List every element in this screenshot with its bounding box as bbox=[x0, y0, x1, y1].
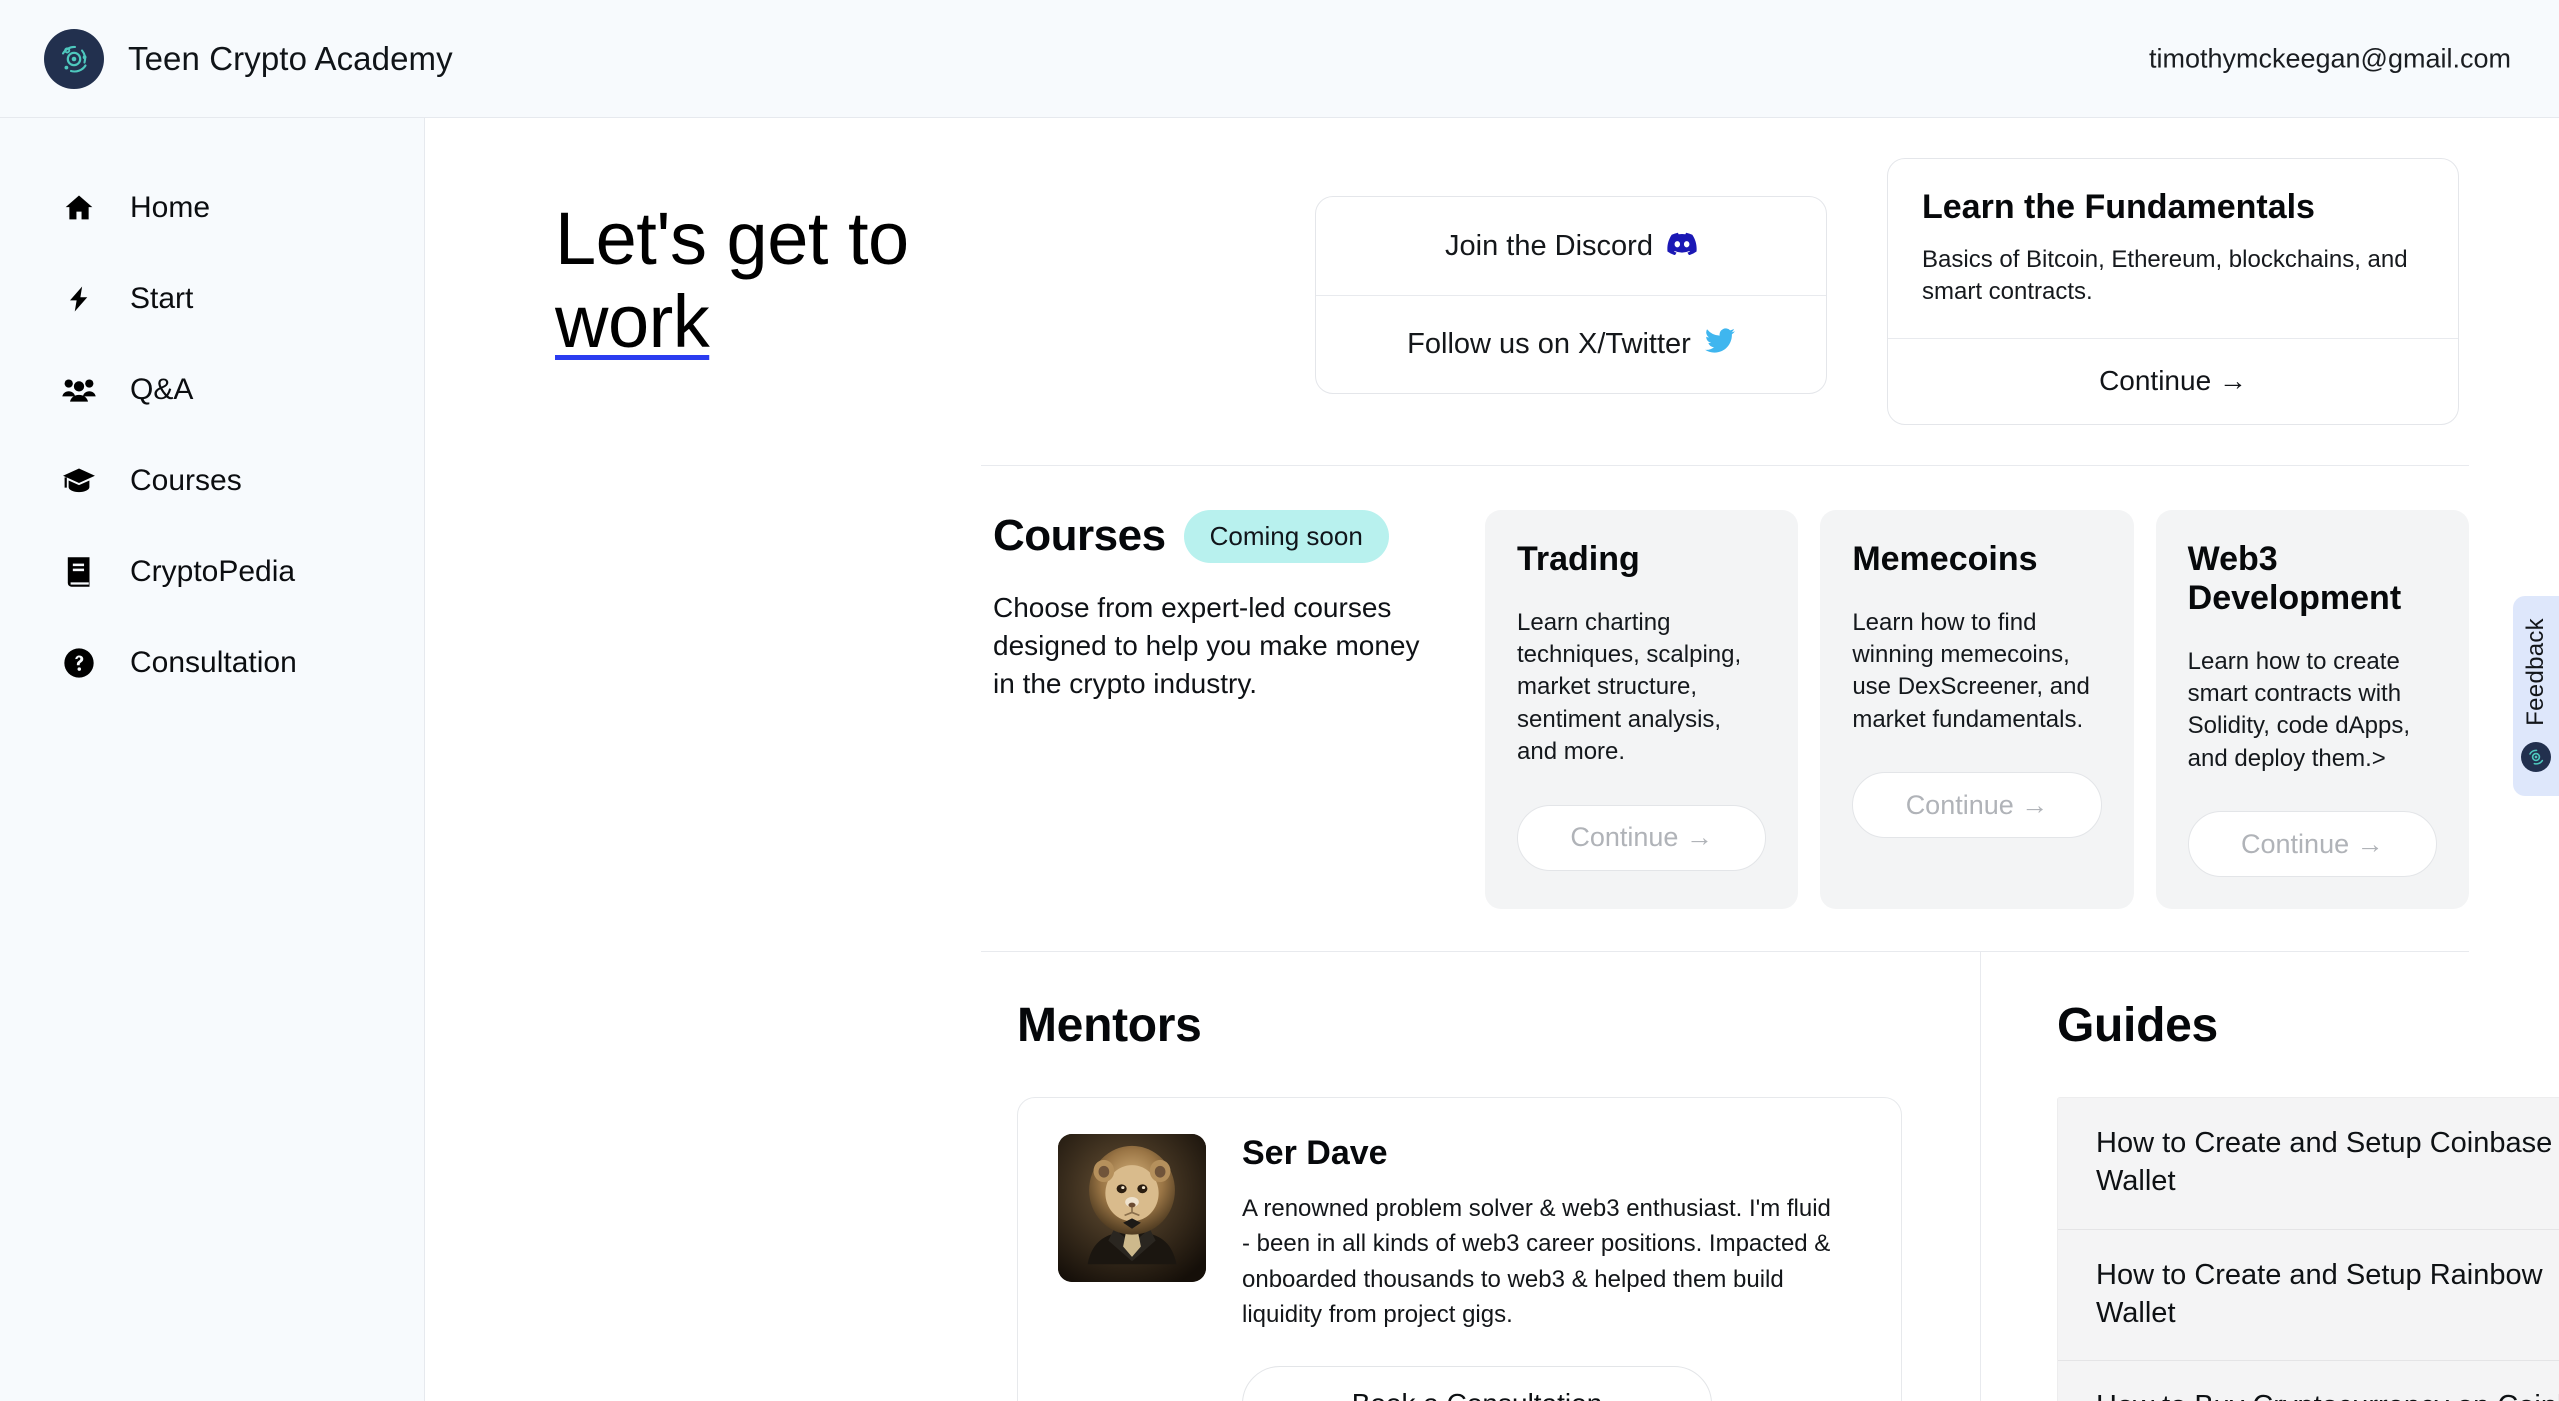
feedback-tab[interactable]: Feedback bbox=[2513, 596, 2559, 796]
join-discord-button[interactable]: Join the Discord bbox=[1316, 197, 1826, 295]
course-description: Learn how to create smart contracts with… bbox=[2187, 647, 2411, 772]
main-content: Let's get to work Join the Discord Follo… bbox=[425, 118, 2559, 1401]
crypto-atom-logo-icon bbox=[44, 28, 104, 89]
join-discord-label: Join the Discord bbox=[1445, 229, 1653, 262]
course-continue-button[interactable]: Continue → bbox=[1517, 804, 1767, 871]
sidebar-item-home[interactable]: Home bbox=[0, 162, 424, 253]
mentors-column: Mentors Ser Dave A renowned problem solv… bbox=[981, 952, 1981, 1401]
people-group-icon bbox=[60, 371, 98, 409]
guides-list: How to Create and Setup Coinbase Wallet … bbox=[2057, 1097, 2559, 1401]
mentor-name: Ser Dave bbox=[1242, 1134, 1388, 1173]
course-continue-button[interactable]: Continue → bbox=[2187, 811, 2437, 878]
top-bar: Teen Crypto Academy timothymckeegan@gmai… bbox=[0, 0, 2559, 118]
sidebar-item-courses[interactable]: Courses bbox=[0, 435, 424, 526]
course-title: Memecoins bbox=[1852, 539, 2038, 578]
course-card-memecoins[interactable]: Memecoins Learn how to find winning meme… bbox=[1820, 509, 2134, 910]
course-description: Learn how to find winning memecoins, use… bbox=[1852, 608, 2090, 733]
fundamentals-description: Basics of Bitcoin, Ethereum, blockchains… bbox=[1922, 245, 2408, 305]
graduation-cap-icon bbox=[60, 462, 98, 500]
sidebar-item-qa[interactable]: Q&A bbox=[0, 344, 424, 435]
course-card-web3-development[interactable]: Web3 Development Learn how to create sma… bbox=[2155, 509, 2469, 910]
mentor-card: Ser Dave A renowned problem solver & web… bbox=[1017, 1097, 1902, 1401]
sidebar-item-label: Q&A bbox=[130, 372, 194, 406]
brand[interactable]: Teen Crypto Academy bbox=[0, 28, 453, 89]
courses-intro: Courses Coming soon Choose from expert-l… bbox=[993, 509, 1463, 910]
sidebar-item-start[interactable]: Start bbox=[0, 253, 424, 344]
sidebar-item-label: CryptoPedia bbox=[130, 554, 296, 588]
sidebar-item-consultation[interactable]: Consultation bbox=[0, 617, 424, 708]
page-title-line1: Let's get to bbox=[555, 197, 909, 280]
courses-section: Courses Coming soon Choose from expert-l… bbox=[425, 466, 2559, 910]
fundamentals-title: Learn the Fundamentals bbox=[1922, 188, 2315, 226]
fundamentals-body: Learn the Fundamentals Basics of Bitcoin… bbox=[1888, 159, 2458, 338]
page-title-line2: work bbox=[555, 279, 710, 363]
home-icon bbox=[60, 189, 98, 227]
list-item[interactable]: How to Create and Setup Rainbow Wallet bbox=[2058, 1228, 2559, 1361]
hero-section: Let's get to work Join the Discord Follo… bbox=[425, 118, 2559, 425]
courses-heading: Courses Coming soon bbox=[993, 509, 1433, 563]
sidebar-item-label: Start bbox=[130, 281, 194, 315]
list-item[interactable]: How to Create and Setup Coinbase Wallet bbox=[2058, 1098, 2559, 1229]
book-icon bbox=[60, 553, 98, 591]
fundamentals-card: Learn the Fundamentals Basics of Bitcoin… bbox=[1887, 158, 2459, 425]
list-item[interactable]: How to Buy Cryptocurrency on Coinbase bbox=[2058, 1360, 2559, 1401]
book-consultation-button[interactable]: Book a Consultation bbox=[1242, 1366, 1712, 1401]
feedback-label: Feedback bbox=[2522, 618, 2549, 726]
mentor-info: Ser Dave A renowned problem solver & web… bbox=[1242, 1134, 1842, 1401]
status-badge: Coming soon bbox=[1183, 509, 1389, 563]
courses-description: Choose from expert-led courses designed … bbox=[993, 591, 1420, 699]
mentors-title: Mentors bbox=[1017, 999, 1202, 1053]
course-description: Learn charting techniques, scalping, mar… bbox=[1517, 608, 1742, 766]
fundamentals-continue-button[interactable]: Continue → bbox=[1888, 337, 2458, 424]
guides-column: Guides How to Create and Setup Coinbase … bbox=[1981, 952, 2559, 1401]
brand-title: Teen Crypto Academy bbox=[128, 39, 453, 77]
discord-icon bbox=[1667, 230, 1697, 263]
avatar bbox=[1058, 1134, 1206, 1283]
course-title: Trading bbox=[1517, 539, 1640, 578]
sidebar-item-label: Consultation bbox=[130, 645, 297, 679]
page-title: Let's get to work bbox=[555, 197, 1315, 364]
question-circle-icon bbox=[60, 644, 98, 682]
bottom-section: Mentors Ser Dave A renowned problem solv… bbox=[425, 952, 2559, 1401]
sidebar-item-cryptopedia[interactable]: CryptoPedia bbox=[0, 526, 424, 617]
guides-title: Guides bbox=[2057, 999, 2218, 1053]
course-title: Web3 Development bbox=[2187, 539, 2402, 617]
user-email[interactable]: timothymckeegan@gmail.com bbox=[2149, 43, 2511, 74]
course-card-trading[interactable]: Trading Learn charting techniques, scalp… bbox=[1485, 509, 1799, 910]
courses-title: Courses bbox=[993, 511, 1166, 561]
social-links-card: Join the Discord Follow us on X/Twitter bbox=[1315, 196, 1827, 394]
course-continue-button[interactable]: Continue → bbox=[1852, 772, 2102, 839]
sidebar-item-label: Home bbox=[130, 190, 211, 224]
follow-twitter-label: Follow us on X/Twitter bbox=[1407, 328, 1691, 360]
sidebar-item-label: Courses bbox=[130, 463, 242, 497]
follow-twitter-button[interactable]: Follow us on X/Twitter bbox=[1316, 295, 1826, 393]
crypto-atom-logo-icon bbox=[2521, 741, 2551, 772]
twitter-bird-icon bbox=[1704, 327, 1735, 362]
app-root: Teen Crypto Academy timothymckeegan@gmai… bbox=[0, 0, 2559, 1401]
sidebar: Home Start Q&A Courses CryptoPedia Consu… bbox=[0, 118, 425, 1401]
lightning-bolt-icon bbox=[60, 280, 98, 318]
mentor-bio: A renowned problem solver & web3 enthusi… bbox=[1242, 1195, 1831, 1328]
